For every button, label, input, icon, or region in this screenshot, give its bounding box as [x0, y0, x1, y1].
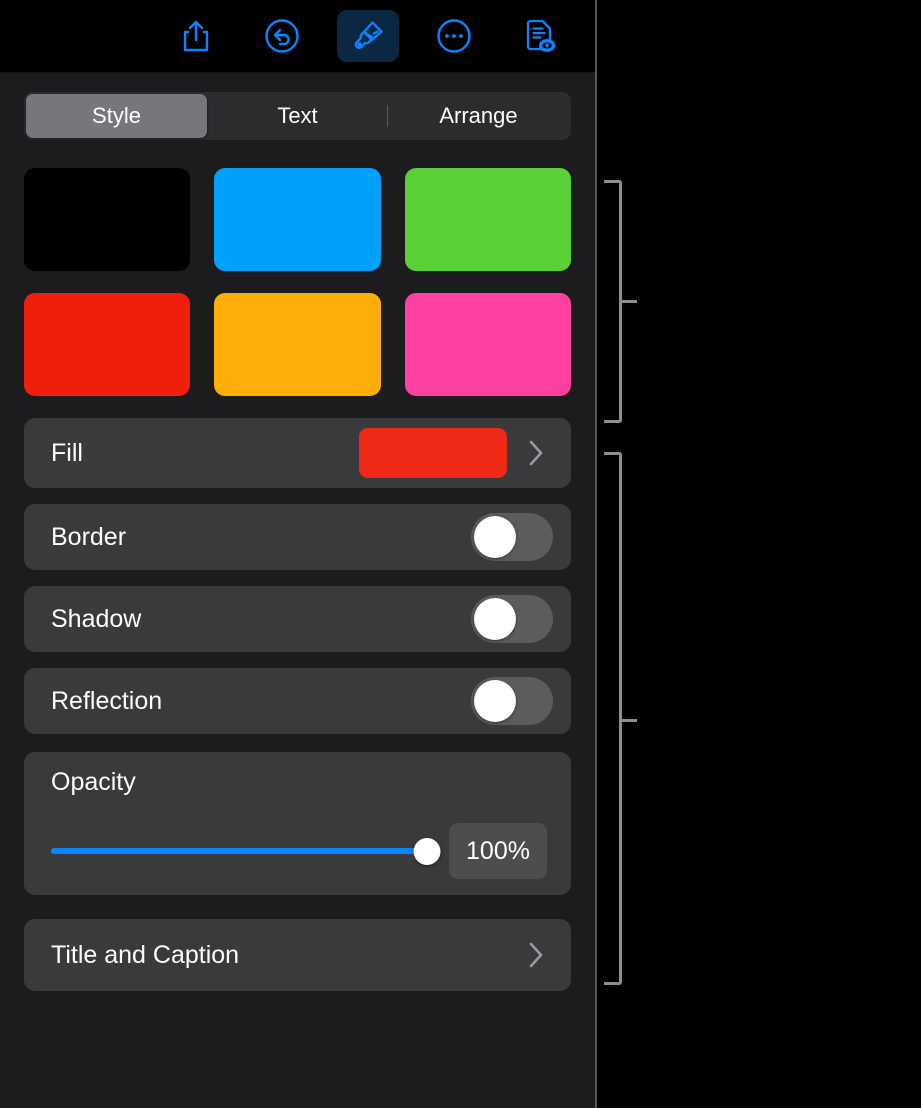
shadow-label: Shadow [51, 604, 142, 633]
style-swatch-pink[interactable] [404, 293, 571, 396]
fill-row[interactable]: Fill [24, 418, 571, 488]
callout-tick-options [619, 719, 637, 722]
border-label: Border [51, 522, 127, 551]
style-swatch-grid [0, 140, 595, 418]
opacity-value-field[interactable]: 100% [449, 823, 547, 879]
title-and-caption-disclosure-chevron-icon [519, 940, 553, 970]
border-row[interactable]: Border [24, 504, 571, 570]
fill-color-chip[interactable] [359, 428, 507, 478]
opacity-label: Opacity [51, 768, 136, 796]
tab-text[interactable]: Text [207, 94, 388, 138]
shadow-toggle[interactable] [471, 595, 553, 643]
border-toggle[interactable] [471, 513, 553, 561]
border-toggle-knob [474, 516, 516, 558]
tab-style[interactable]: Style [26, 94, 207, 138]
reflection-label: Reflection [51, 686, 163, 715]
format-button[interactable] [337, 10, 399, 62]
reflection-row[interactable]: Reflection [24, 668, 571, 734]
tab-text-label: Text [277, 103, 318, 128]
more-button[interactable] [423, 10, 485, 62]
undo-button[interactable] [251, 10, 313, 62]
document-view-icon [523, 17, 557, 55]
tab-arrange[interactable]: Arrange [388, 94, 569, 138]
title-and-caption-label: Title and Caption [51, 940, 240, 969]
style-swatch-red[interactable] [24, 293, 191, 396]
shadow-toggle-knob [474, 598, 516, 640]
share-button[interactable] [165, 10, 227, 62]
tab-bar-container: Style Text Arrange [0, 73, 595, 140]
segmented-control: Style Text Arrange [24, 92, 571, 140]
undo-icon [264, 18, 300, 54]
title-and-caption-row[interactable]: Title and Caption [24, 919, 571, 991]
callout-tick-styles [619, 300, 637, 303]
opacity-slider-fill [51, 848, 427, 854]
style-swatch-green[interactable] [404, 168, 571, 271]
style-swatch-black[interactable] [24, 168, 191, 271]
shadow-row[interactable]: Shadow [24, 586, 571, 652]
reflection-toggle-knob [474, 680, 516, 722]
tab-arrange-label: Arrange [439, 103, 518, 128]
reflection-toggle[interactable] [471, 677, 553, 725]
opacity-slider-knob[interactable] [413, 838, 441, 865]
style-swatch-orange[interactable] [214, 293, 381, 396]
opacity-card: Opacity 100% [24, 752, 571, 895]
document-options-button[interactable] [509, 10, 571, 62]
fill-disclosure-chevron-icon [519, 438, 553, 468]
opacity-slider[interactable] [51, 836, 441, 866]
more-icon [436, 18, 472, 54]
format-panel: Style Text Arrange Fill Border Shadow Re… [0, 0, 597, 1108]
opacity-control: 100% [51, 823, 547, 879]
fill-label: Fill [51, 438, 83, 467]
top-toolbar [0, 0, 595, 73]
style-swatch-blue[interactable] [214, 168, 381, 271]
tab-style-label: Style [92, 103, 141, 128]
paintbrush-icon [350, 18, 386, 54]
share-icon [180, 19, 212, 53]
